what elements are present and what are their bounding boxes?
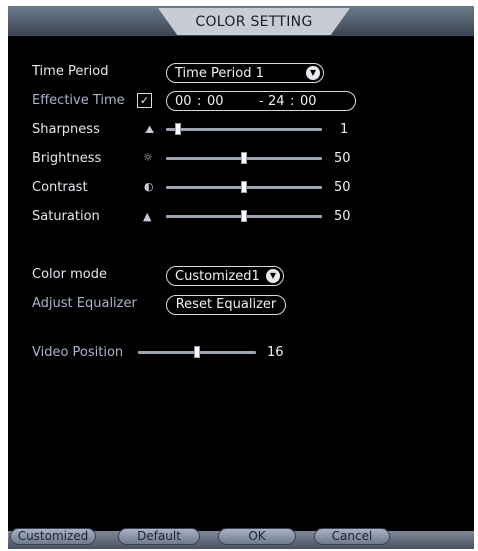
end-hour[interactable]: 24 [268, 92, 285, 112]
color-mode-label: Color mode [32, 267, 107, 282]
time-period-label: Time Period [32, 64, 109, 79]
contrast-thumb[interactable] [241, 181, 247, 193]
brightness-label: Brightness [32, 151, 102, 166]
start-hour[interactable]: 00 [175, 92, 192, 112]
color-mode-value: Customized1 [175, 269, 260, 284]
saturation-icon: ▲ [143, 210, 152, 223]
saturation-thumb[interactable] [241, 210, 247, 222]
video-position-value: 16 [267, 345, 284, 360]
checkmark-icon: ✓ [139, 94, 150, 107]
time-period-select[interactable]: Time Period 1 ▼ [166, 63, 324, 83]
start-minute[interactable]: 00 [207, 92, 224, 112]
sharpness-track[interactable] [166, 128, 322, 131]
sharpness-value: 1 [340, 122, 349, 137]
sharpness-label: Sharpness [32, 122, 100, 137]
saturation-label: Saturation [32, 209, 100, 224]
effective-time-label: Effective Time [32, 93, 125, 108]
contrast-icon: ◐ [144, 180, 154, 193]
contrast-label: Contrast [32, 180, 88, 195]
time-period-value: Time Period 1 [175, 66, 264, 81]
brightness-value: 50 [334, 151, 351, 166]
adjust-equalizer-label: Adjust Equalizer [32, 296, 137, 311]
brightness-icon: ☼ [143, 151, 153, 164]
customized-button[interactable]: Customized [10, 528, 96, 545]
color-setting-dialog: COLOR SETTING Time Period Time Period 1 … [8, 6, 474, 549]
ok-button[interactable]: OK [218, 528, 296, 545]
reset-equalizer-button[interactable]: Reset Equalizer [166, 295, 286, 315]
video-position-thumb[interactable] [194, 346, 200, 358]
default-button[interactable]: Default [118, 528, 200, 545]
cancel-button[interactable]: Cancel [314, 528, 390, 545]
effective-time-checkbox[interactable]: ✓ [137, 93, 152, 108]
chevron-down-icon: ▼ [306, 66, 320, 80]
sharpness-thumb[interactable] [175, 123, 182, 135]
brightness-thumb[interactable] [241, 152, 247, 164]
end-sep: : [290, 94, 295, 109]
saturation-value: 50 [334, 209, 351, 224]
dialog-title: COLOR SETTING [195, 14, 313, 30]
contrast-value: 50 [334, 180, 351, 195]
chevron-down-icon: ▼ [266, 269, 280, 283]
color-mode-select[interactable]: Customized1 ▼ [166, 266, 284, 286]
range-dash: - [259, 94, 264, 109]
sharpness-icon: ⛰ [145, 123, 155, 136]
end-minute[interactable]: 00 [300, 92, 317, 112]
start-sep: : [197, 94, 202, 109]
video-position-label: Video Position [32, 345, 124, 360]
effective-time-range[interactable]: 00 : 00 - 24 : 00 [166, 91, 356, 111]
